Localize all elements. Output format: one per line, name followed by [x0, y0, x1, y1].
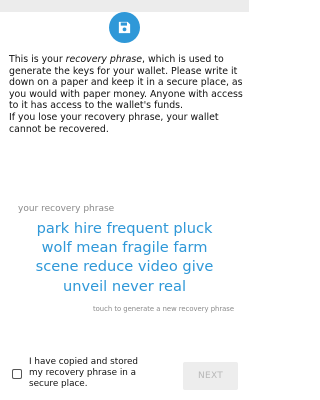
- intro-warning: If you lose your recovery phrase, your w…: [9, 111, 219, 135]
- phrase-line: wolf mean fragile farm: [41, 239, 208, 257]
- phrase-line: park hire frequent pluck: [36, 220, 213, 237]
- phrase-label: your recovery phrase: [18, 204, 115, 214]
- confirm-stored-checkbox-row[interactable]: I have copied and stored my recovery phr…: [12, 357, 149, 391]
- confirm-label: I have copied and stored my recovery phr…: [29, 357, 138, 390]
- regenerate-hint: touch to generate a new recovery phrase: [92, 305, 234, 313]
- intro-paragraph: This is your recovery phrase, which is u…: [9, 54, 243, 112]
- recovery-phrase[interactable]: park hire frequent pluck wolf mean fragi…: [0, 219, 249, 296]
- save-badge: [109, 12, 140, 43]
- phrase-line: scene reduce video give: [35, 258, 214, 276]
- intro-text-start: This is your: [9, 54, 66, 65]
- save-floppy-icon: [117, 20, 132, 35]
- status-bar: [0, 0, 249, 12]
- intro-emphasis: recovery phrase: [65, 54, 143, 65]
- recovery-phrase-explanation: This is your recovery phrase, which is u…: [9, 54, 243, 135]
- phrase-line: unveil never real: [63, 277, 186, 295]
- confirm-checkbox[interactable]: [12, 369, 22, 379]
- next-button[interactable]: NEXT: [183, 362, 238, 390]
